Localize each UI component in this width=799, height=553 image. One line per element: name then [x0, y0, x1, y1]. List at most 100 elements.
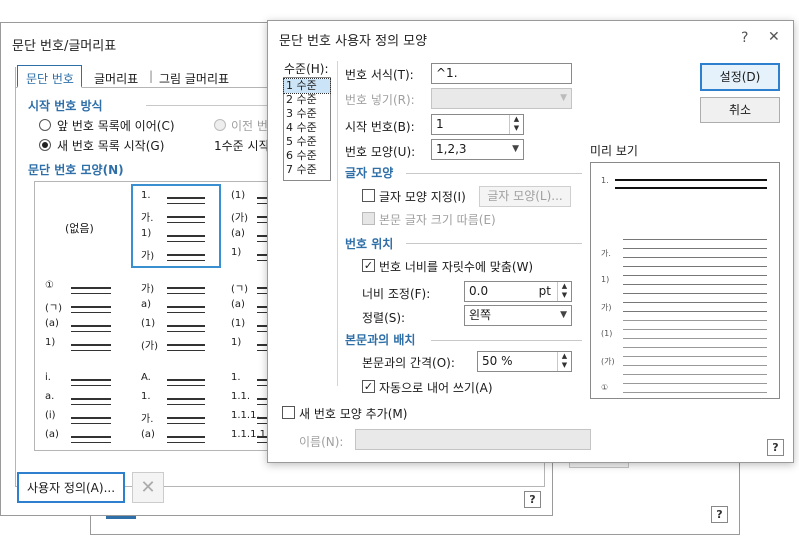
level-item-4[interactable]: 4 수준 — [284, 121, 330, 135]
shape-none-label[interactable]: (없음) — [65, 220, 94, 236]
level-item-5[interactable]: 5 수준 — [284, 135, 330, 149]
start-number-value: 1 — [436, 117, 444, 131]
shape-cell-line — [167, 293, 205, 294]
shape-cell-line — [167, 287, 205, 289]
preview-line — [623, 320, 767, 321]
body-size-checkbox[interactable] — [362, 212, 375, 225]
name-label: 이름(N): — [299, 435, 344, 449]
number-shape-label: 번호 모양(U): — [345, 145, 416, 159]
shape-cell-line — [167, 436, 205, 438]
level-item-6[interactable]: 6 수준 — [284, 149, 330, 163]
shape-cell-marker: A. — [141, 372, 151, 383]
preview-line — [623, 293, 767, 294]
shape-cell-marker: 가) — [141, 284, 155, 295]
shape-cell-line — [167, 197, 205, 199]
char-shape-heading: 글자 모양 — [345, 166, 394, 180]
shape-cell-marker: 1) — [231, 247, 242, 258]
fit-width-checkbox[interactable]: ✓ — [362, 259, 375, 272]
tab-bullet[interactable]: 글머리표 — [94, 70, 138, 87]
shape-cell-marker: (i) — [45, 410, 56, 421]
add-shape-checkbox[interactable] — [282, 406, 295, 419]
level-label: 수준(H): — [284, 62, 329, 76]
shape-cell-line — [167, 417, 205, 419]
number-shape-select[interactable]: 1,2,3 ▼ — [431, 139, 524, 160]
title-help-icon[interactable]: ? — [741, 30, 748, 46]
auto-indent-label: 자동으로 내어 쓰기(A) — [379, 381, 493, 395]
close-icon[interactable]: ✕ — [768, 29, 780, 45]
cancel-button[interactable]: 취소 — [700, 97, 780, 123]
preview-line — [623, 365, 767, 366]
char-shape-button[interactable]: 글자 모양(L)... — [479, 186, 571, 207]
shape-cell-line — [167, 216, 205, 218]
auto-indent-checkbox[interactable]: ✓ — [362, 380, 375, 393]
ok-button[interactable]: 설정(D) — [700, 63, 780, 91]
level-start-label: 1수준 시작 — [214, 139, 270, 153]
shape-cell-marker: (ㄱ) — [231, 284, 249, 295]
shape-cell-line — [167, 344, 205, 346]
shape-cell-marker: 1) — [45, 337, 56, 348]
shape-cell-line — [167, 442, 205, 443]
align-value: 왼쪽 — [469, 308, 492, 322]
shape-cell-line — [71, 398, 111, 400]
tab-number[interactable]: 문단 번호 — [17, 65, 82, 88]
width-unit: pt — [538, 284, 551, 298]
chevron-down-icon: ▼ — [560, 310, 567, 320]
level-item-7[interactable]: 7 수준 — [284, 163, 330, 177]
preview-line — [623, 374, 767, 375]
level-item-3[interactable]: 3 수준 — [284, 107, 330, 121]
gap-input[interactable]: 50 % ▲ ▼ — [477, 351, 572, 372]
shape-cell-marker: 1) — [231, 337, 242, 348]
stepper-icon[interactable]: ▲ ▼ — [557, 282, 571, 301]
preview-line — [623, 347, 767, 348]
shape-cell-line — [71, 306, 111, 308]
shape-cell-line — [167, 306, 205, 308]
shape-cell-line — [167, 312, 205, 313]
shape-cell-marker: (a) — [141, 429, 155, 440]
tab-picture-bullet[interactable]: 그림 글머리표 — [159, 70, 229, 87]
stepper-icon[interactable]: ▲ ▼ — [557, 352, 571, 371]
preview-marker: (1) — [601, 329, 613, 338]
preview-label: 미리 보기 — [590, 144, 638, 158]
shape-cell-line — [167, 241, 205, 242]
delete-shape-button[interactable]: ✕ — [132, 472, 164, 503]
help-button-front[interactable]: ? — [767, 439, 784, 456]
shape-cell-marker: 가. — [141, 213, 154, 224]
shape-cell-line — [167, 350, 205, 351]
number-shape-heading: 문단 번호 모양(N) — [28, 163, 124, 177]
preview-line — [623, 383, 767, 384]
preview-line — [623, 239, 767, 240]
name-input[interactable] — [355, 429, 591, 450]
start-number-input[interactable]: 1 ▲ ▼ — [431, 114, 524, 135]
radio-continue[interactable] — [39, 119, 51, 131]
shape-cell-marker: (a) — [231, 299, 245, 310]
level-item-2[interactable]: 2 수준 — [284, 93, 330, 107]
width-adjust-input[interactable]: 0.0 pt ▲ ▼ — [464, 281, 572, 302]
shape-cell-marker: a. — [45, 391, 55, 402]
radio-new-list[interactable] — [39, 139, 51, 151]
preview-line — [623, 302, 767, 303]
shape-cell-marker: 1.1. — [231, 391, 251, 402]
shape-cell-line — [167, 331, 205, 332]
preview-marker: 1. — [601, 176, 609, 185]
tab-separator: | — [149, 69, 154, 83]
insert-select[interactable]: ▼ — [431, 88, 572, 109]
shape-cell-marker: a) — [141, 299, 152, 310]
front-dialog-title: 문단 번호 사용자 정의 모양 — [279, 34, 428, 49]
preview-line — [623, 311, 767, 312]
align-select[interactable]: 왼쪽 ▼ — [464, 305, 572, 326]
char-shape-checkbox[interactable] — [362, 189, 375, 202]
body-placement-heading: 본문과의 배치 — [345, 333, 416, 347]
help-button-third[interactable]: ? — [711, 506, 728, 523]
radio-new-list-label: 새 번호 목록 시작(G) — [57, 139, 165, 153]
shape-cell-line — [167, 235, 205, 237]
shape-cell-line — [71, 331, 111, 332]
help-button-back[interactable]: ? — [524, 491, 541, 508]
shape-cell-line — [71, 417, 111, 419]
format-input[interactable]: ^1. — [431, 63, 572, 84]
level-item-1[interactable]: 1 수준 — [283, 78, 331, 94]
custom-define-button[interactable]: 사용자 정의(A)... — [17, 472, 125, 503]
radio-previous[interactable] — [214, 119, 226, 131]
stepper-icon[interactable]: ▲ ▼ — [509, 115, 523, 134]
shape-cell-line — [167, 423, 205, 424]
shape-cell-line — [71, 350, 111, 351]
